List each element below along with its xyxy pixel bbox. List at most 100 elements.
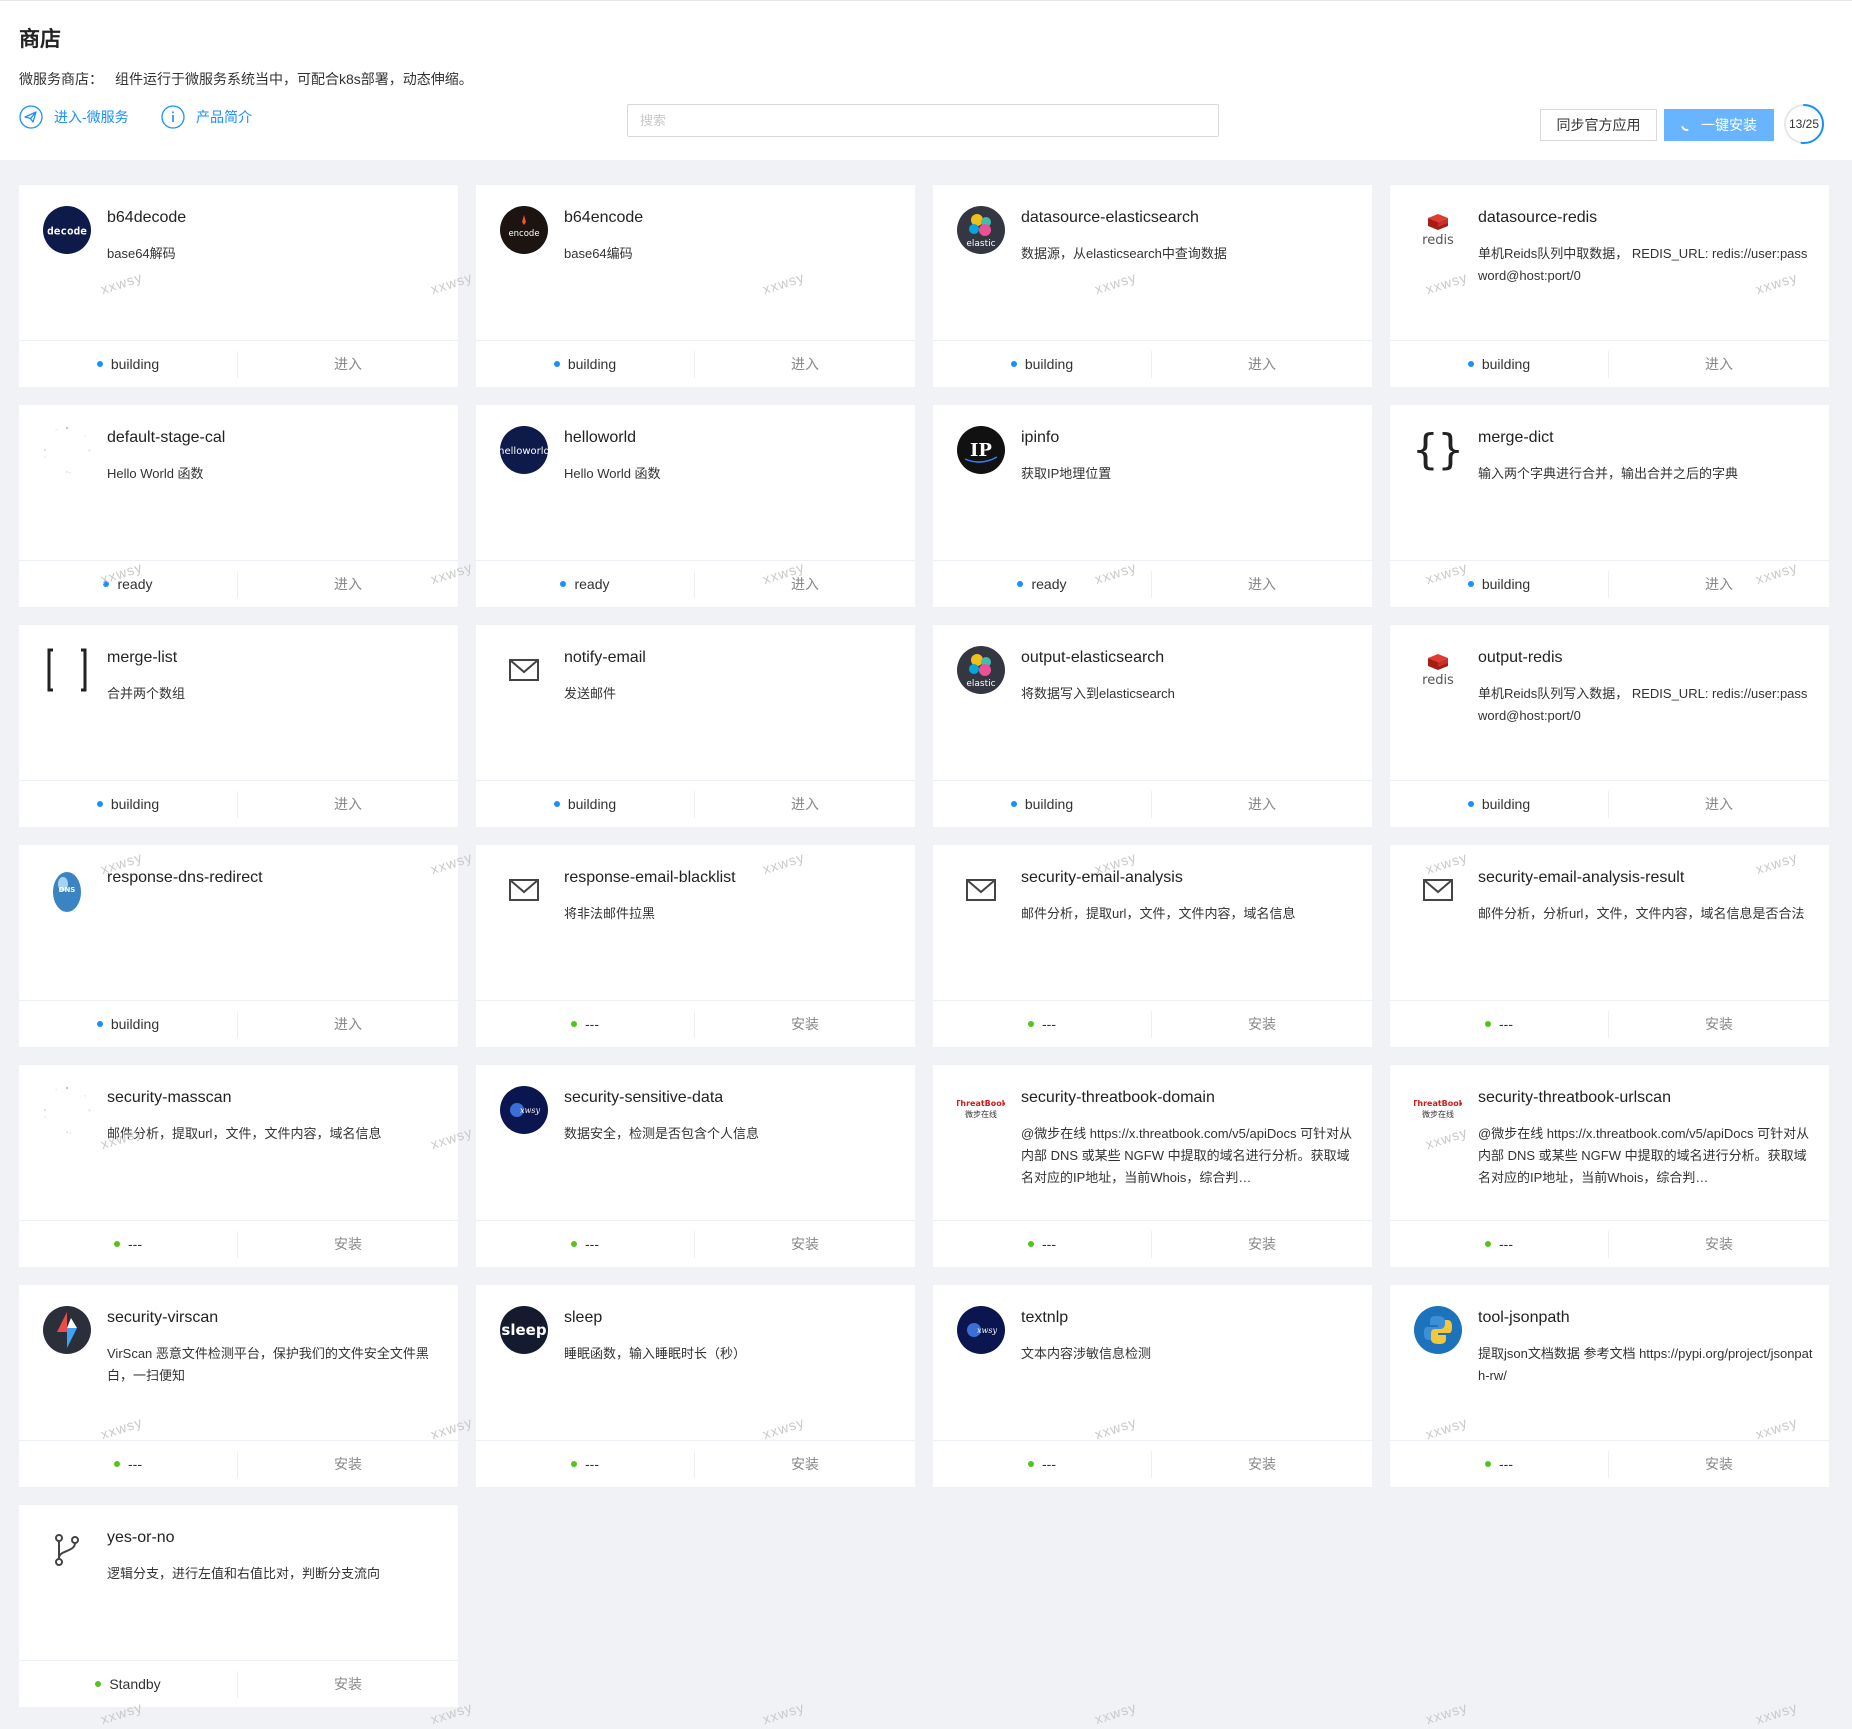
card-footer: Standby 安装 (19, 1660, 458, 1707)
card-description: 获取IP地理位置 (1021, 466, 1112, 481)
card-body[interactable]: helloworld helloworld Hello World 函数 (476, 405, 915, 560)
card-body[interactable]: decode b64decode base64解码 (19, 185, 458, 340)
card-body[interactable]: notify-email 发送邮件 (476, 625, 915, 780)
card-body[interactable]: security-virscan VirScan 恶意文件检测平台，保护我们的文件… (19, 1285, 458, 1440)
card-action-button[interactable]: 进入 (1152, 794, 1372, 814)
card-body[interactable]: xwsy textnlp 文本内容涉敏信息检测 (933, 1285, 1372, 1440)
card-action-button[interactable]: 进入 (695, 354, 915, 374)
card-body[interactable]: security-email-analysis-result 邮件分析，分析url… (1390, 845, 1829, 1000)
card-body[interactable]: default-stage-cal Hello World 函数 (19, 405, 458, 560)
status-dot-icon (1010, 361, 1017, 367)
card-body[interactable]: elastic output-elasticsearch 将数据写入到elastic… (933, 625, 1372, 780)
app-card: notify-email 发送邮件 building 进入 (476, 625, 915, 827)
card-action-button[interactable]: 安装 (1152, 1454, 1372, 1474)
card-status: building (1390, 570, 1609, 598)
card-body[interactable]: DNS response-dns-redirect (19, 845, 458, 1000)
card-body[interactable]: encode b64encode base64编码 (476, 185, 915, 340)
card-footer: --- 安装 (1390, 1220, 1829, 1267)
search-input[interactable] (627, 104, 1219, 137)
card-title: security-email-analysis (1021, 869, 1183, 886)
encode-icon: encode (500, 206, 548, 254)
card-body[interactable]: security-email-analysis 邮件分析，提取url，文件，文件内… (933, 845, 1372, 1000)
card-status: building (19, 790, 238, 818)
card-action-button[interactable]: 安装 (1609, 1234, 1829, 1254)
card-body[interactable]: yes-or-no 逻辑分支，进行左值和右值比对，判断分支流向 (19, 1505, 458, 1660)
page-description: 微服务商店： 组件运行于微服务系统当中，可配合k8s部署，动态伸缩。 (19, 69, 473, 89)
description-label: 微服务商店： (19, 71, 103, 87)
card-action-button[interactable]: 安装 (695, 1014, 915, 1034)
card-status-text: ready (117, 576, 153, 592)
enter-microservice-label: 进入-微服务 (54, 109, 129, 125)
threatbook-icon: ThreatBook 微步在线 (1412, 1086, 1465, 1134)
card-status-text: building (1024, 356, 1074, 372)
card-action-button[interactable]: 安装 (238, 1454, 458, 1474)
card-footer: building 进入 (933, 340, 1372, 387)
card-body[interactable]: ThreatBook 微步在线 security-threatbook-urlsca… (1390, 1065, 1829, 1220)
sync-official-apps-button[interactable]: 同步官方应用 (1540, 109, 1657, 141)
card-body[interactable]: security-masscan 邮件分析，提取url，文件，文件内容，域名信息 (19, 1065, 458, 1220)
card-body[interactable]: merge-list 合并两个数组 (19, 625, 458, 780)
card-status: --- (933, 1450, 1152, 1478)
card-action-button[interactable]: 安装 (695, 1454, 915, 1474)
app-card: default-stage-cal Hello World 函数 ready 进入 (19, 405, 458, 607)
card-action-button[interactable]: 进入 (238, 794, 458, 814)
card-footer: building 进入 (933, 780, 1372, 827)
card-footer: ready 进入 (476, 560, 915, 607)
card-status: building (933, 790, 1152, 818)
loading-spinner-icon (1678, 116, 1696, 134)
app-card: decode b64decode base64解码 building 进入 (19, 185, 458, 387)
dns-icon: DNS (43, 866, 91, 914)
product-intro-label: 产品简介 (196, 109, 252, 125)
app-card: security-virscan VirScan 恶意文件检测平台，保护我们的文件… (19, 1285, 458, 1487)
card-body[interactable]: IP ipinfo 获取IP地理位置 (933, 405, 1372, 560)
card-action-button[interactable]: 安装 (695, 1234, 915, 1254)
redis-icon: redis (1414, 646, 1462, 694)
card-body[interactable]: elastic datasource-elasticsearch 数据源，从elas… (933, 185, 1372, 340)
enter-microservice-link[interactable]: 进入-微服务 (18, 104, 129, 130)
card-action-button[interactable]: 进入 (238, 574, 458, 594)
card-body[interactable]: response-email-blacklist 将非法邮件拉黑 (476, 845, 915, 1000)
card-action-button[interactable]: 安装 (1609, 1014, 1829, 1034)
card-action-button[interactable]: 进入 (695, 574, 915, 594)
card-body[interactable]: sleep sleep 睡眠函数，输入睡眠时长（秒） (476, 1285, 915, 1440)
card-body[interactable]: redis datasource-redis 单机Reids队列中取数据， REDI… (1390, 185, 1829, 340)
card-status: building (19, 350, 238, 378)
card-action-button[interactable]: 安装 (1152, 1014, 1372, 1034)
card-title: helloworld (564, 429, 637, 446)
card-body[interactable]: xwsy security-sensitive-data 数据安全，检测是否包含个人… (476, 1065, 915, 1220)
card-title: security-threatbook-urlscan (1478, 1089, 1671, 1106)
card-description: VirScan 恶意文件检测平台，保护我们的文件安全文件黑白，一扫便知 (107, 1346, 429, 1383)
card-footer: building 进入 (1390, 780, 1829, 827)
card-action-button[interactable]: 安装 (238, 1674, 458, 1694)
card-action-button[interactable]: 安装 (1152, 1234, 1372, 1254)
status-dot-icon (1010, 801, 1017, 807)
svg-text:encode: encode (508, 229, 539, 239)
card-status-text: Standby (109, 1676, 161, 1692)
card-action-button[interactable]: 进入 (238, 1014, 458, 1034)
card-action-button[interactable]: 安装 (1609, 1454, 1829, 1474)
card-action-button[interactable]: 进入 (1152, 574, 1372, 594)
card-description: 睡眠函数，输入睡眠时长（秒） (564, 1346, 747, 1361)
card-title: output-elasticsearch (1021, 649, 1165, 666)
card-action-button[interactable]: 安装 (238, 1234, 458, 1254)
card-status: ready (19, 570, 238, 598)
loading-icon (43, 426, 91, 474)
card-action-button[interactable]: 进入 (1609, 354, 1829, 374)
card-status-text: --- (1042, 1016, 1056, 1032)
card-body[interactable]: {} merge-dict 输入两个字典进行合并，输出合并之后的字典 (1390, 405, 1829, 560)
card-action-button[interactable]: 进入 (1609, 794, 1829, 814)
card-body[interactable]: ThreatBook 微步在线 security-threatbook-domain… (933, 1065, 1372, 1220)
card-body[interactable]: tool-jsonpath 提取json文档数据 参考文档 https://pyp… (1390, 1285, 1829, 1440)
app-card: response-email-blacklist 将非法邮件拉黑 --- 安装 (476, 845, 915, 1047)
status-dot-icon (1485, 1021, 1491, 1027)
card-action-button[interactable]: 进入 (238, 354, 458, 374)
card-title: notify-email (564, 649, 646, 666)
card-status: --- (476, 1230, 695, 1258)
card-action-button[interactable]: 进入 (1152, 354, 1372, 374)
product-intro-link[interactable]: 产品简介 (160, 104, 252, 130)
status-dot-icon (1467, 581, 1474, 587)
card-action-button[interactable]: 进入 (695, 794, 915, 814)
one-click-install-button[interactable]: 一键安装 (1664, 109, 1774, 141)
card-body[interactable]: redis output-redis 单机Reids队列写入数据， REDIS_UR… (1390, 625, 1829, 780)
card-action-button[interactable]: 进入 (1609, 574, 1829, 594)
